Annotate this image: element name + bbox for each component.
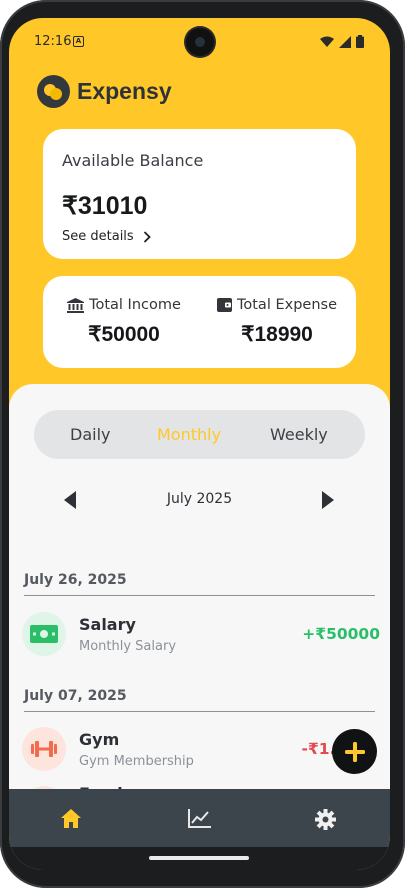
- stats-icon[interactable]: [187, 809, 211, 829]
- front-camera: [186, 28, 214, 56]
- gesture-bar: [9, 847, 390, 870]
- transaction-subtitle: Monthly Salary: [79, 639, 177, 654]
- date-header: July 26, 2025: [24, 572, 375, 596]
- bottom-navigation: [9, 789, 390, 847]
- app-header: Expensy: [37, 75, 172, 108]
- balance-label: Available Balance: [62, 151, 204, 170]
- cash-icon: [22, 612, 66, 656]
- home-icon[interactable]: [61, 809, 81, 828]
- app-screen: 12:16 A Expensy Available Balance ₹31010…: [9, 18, 390, 870]
- status-icons: [320, 35, 364, 48]
- total-income-label: Total Income: [89, 297, 181, 313]
- home-indicator[interactable]: [149, 856, 249, 860]
- date-header: July 07, 2025: [24, 688, 375, 712]
- tab-daily[interactable]: Daily: [70, 425, 110, 444]
- notification-icon: A: [73, 36, 84, 47]
- chevron-right-icon: [143, 230, 151, 243]
- month-navigator: July 2025: [9, 489, 390, 511]
- total-income-amount: ₹50000: [88, 323, 160, 346]
- wallet-icon: [216, 298, 232, 312]
- total-expense: Total Expense ₹18990: [213, 297, 341, 347]
- bank-icon: [67, 297, 85, 313]
- app-title: Expensy: [77, 78, 172, 104]
- transaction-subtitle: Gym Membership: [79, 754, 194, 769]
- transaction-title: Salary: [79, 615, 136, 634]
- dumbbell-icon: [22, 727, 66, 771]
- transaction-title: Gym: [79, 730, 120, 749]
- tab-weekly[interactable]: Weekly: [270, 425, 328, 444]
- device-frame: 12:16 A Expensy Available Balance ₹31010…: [0, 0, 405, 888]
- gear-icon[interactable]: [315, 809, 336, 830]
- total-income: Total Income ₹50000: [61, 297, 187, 347]
- tab-monthly[interactable]: Monthly: [157, 425, 221, 444]
- battery-icon: [356, 35, 364, 48]
- balance-amount: ₹31010: [62, 192, 148, 220]
- see-details-link[interactable]: See details: [62, 229, 151, 244]
- logo-icon: [37, 75, 70, 108]
- plus-icon: [344, 741, 365, 762]
- balance-card: Available Balance ₹31010 See details: [43, 129, 356, 259]
- transaction-amount: +₹50000: [302, 625, 380, 643]
- chevron-right-icon[interactable]: [322, 491, 334, 509]
- transaction-row[interactable]: Salary Monthly Salary +₹50000: [22, 612, 380, 658]
- wifi-icon: [320, 36, 334, 47]
- signal-icon: [339, 35, 351, 48]
- totals-card: Total Income ₹50000 Total Expense ₹18990: [43, 276, 356, 368]
- transaction-row[interactable]: Gym Gym Membership -₹1...5: [22, 727, 380, 773]
- see-details-label: See details: [62, 229, 134, 244]
- total-expense-label: Total Expense: [236, 297, 337, 313]
- status-time: 12:16: [34, 34, 72, 49]
- transactions-sheet: Daily Monthly Weekly July 2025 July 26, …: [9, 384, 390, 804]
- total-expense-amount: ₹18990: [241, 323, 313, 346]
- period-tabs: Daily Monthly Weekly: [34, 410, 365, 459]
- status-bar: 12:16 A: [9, 18, 390, 66]
- add-transaction-button[interactable]: [332, 729, 377, 774]
